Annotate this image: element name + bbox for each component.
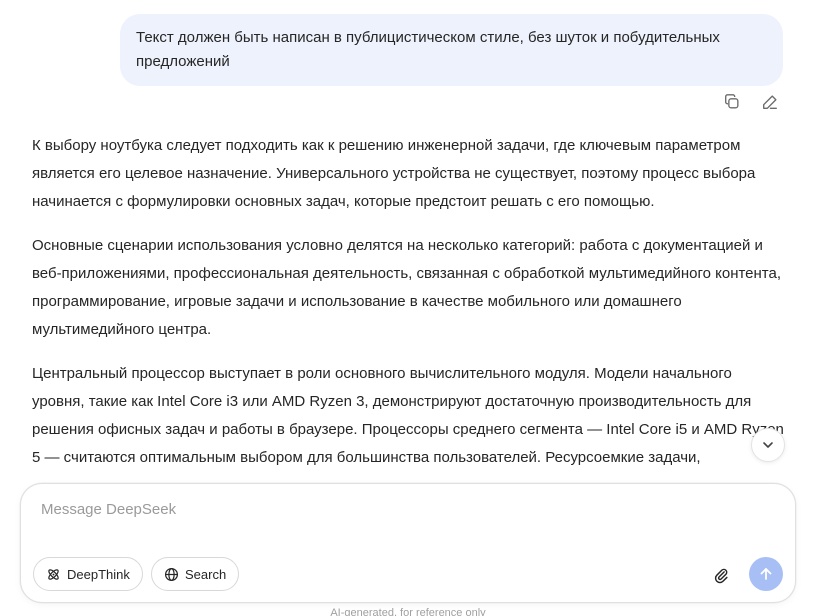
globe-icon xyxy=(164,567,179,581)
copy-icon[interactable] xyxy=(722,92,742,112)
answer-paragraph: Центральный процессор выступает в роли о… xyxy=(32,365,784,466)
arrow-up-icon xyxy=(760,568,772,580)
attach-button[interactable] xyxy=(709,563,733,587)
send-button[interactable] xyxy=(749,557,783,591)
chevron-down-icon xyxy=(763,442,773,448)
assistant-answer: К выбору ноутбука следует подходить как … xyxy=(32,132,784,488)
answer-paragraph: Основные сценарии использования условно … xyxy=(32,237,782,338)
scroll-to-bottom-button[interactable] xyxy=(751,428,785,462)
edit-icon[interactable] xyxy=(760,92,780,112)
message-actions xyxy=(722,92,780,112)
user-message-text: Текст должен быть написан в публицистиче… xyxy=(136,29,720,70)
search-label: Search xyxy=(185,566,227,582)
chat-page: Текст должен быть написан в публицистиче… xyxy=(0,0,816,616)
search-button[interactable]: Search xyxy=(151,557,240,591)
deepthink-label: DeepThink xyxy=(67,566,130,582)
message-composer: DeepThink Search xyxy=(20,483,796,603)
user-message-bubble: Текст должен быть написан в публицистиче… xyxy=(120,14,783,86)
disclaimer-note: AI-generated, for reference only xyxy=(330,607,486,616)
answer-paragraph: К выбору ноутбука следует подходить как … xyxy=(32,137,756,210)
deepthink-icon xyxy=(48,568,59,580)
message-input[interactable] xyxy=(39,500,743,519)
deepthink-button[interactable]: DeepThink xyxy=(33,557,143,591)
paperclip-icon xyxy=(714,568,728,584)
